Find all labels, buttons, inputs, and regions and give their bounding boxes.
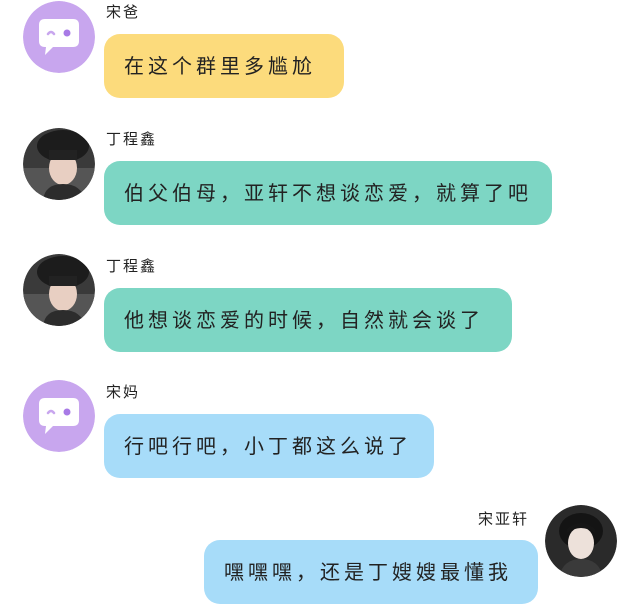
avatar[interactable] (23, 1, 95, 73)
avatar[interactable] (23, 254, 95, 326)
person-photo (545, 505, 617, 577)
avatar[interactable] (545, 505, 617, 577)
chat-window: 宋爸 在这个群里多尴尬 丁程鑫 伯父伯母，亚轩不想谈恋爱，就算了吧 丁程鑫 他想… (0, 0, 640, 607)
message-bubble[interactable]: 嘿嘿嘿，还是丁嫂嫂最懂我 (204, 540, 538, 604)
avatar[interactable] (23, 128, 95, 200)
person-photo (23, 128, 95, 200)
message-bubble[interactable]: 行吧行吧，小丁都这么说了 (104, 414, 434, 478)
avatar[interactable] (23, 380, 95, 452)
bot-icon (23, 380, 95, 452)
person-photo (23, 254, 95, 326)
sender-name: 宋妈 (106, 383, 141, 401)
sender-name: 宋亚轩 (478, 510, 530, 528)
sender-name: 丁程鑫 (106, 257, 158, 275)
message-bubble[interactable]: 伯父伯母，亚轩不想谈恋爱，就算了吧 (104, 161, 552, 225)
message-bubble[interactable]: 他想谈恋爱的时候，自然就会谈了 (104, 288, 512, 352)
sender-name: 宋爸 (106, 3, 141, 21)
message-bubble[interactable]: 在这个群里多尴尬 (104, 34, 344, 98)
sender-name: 丁程鑫 (106, 130, 158, 148)
bot-icon (23, 1, 95, 73)
